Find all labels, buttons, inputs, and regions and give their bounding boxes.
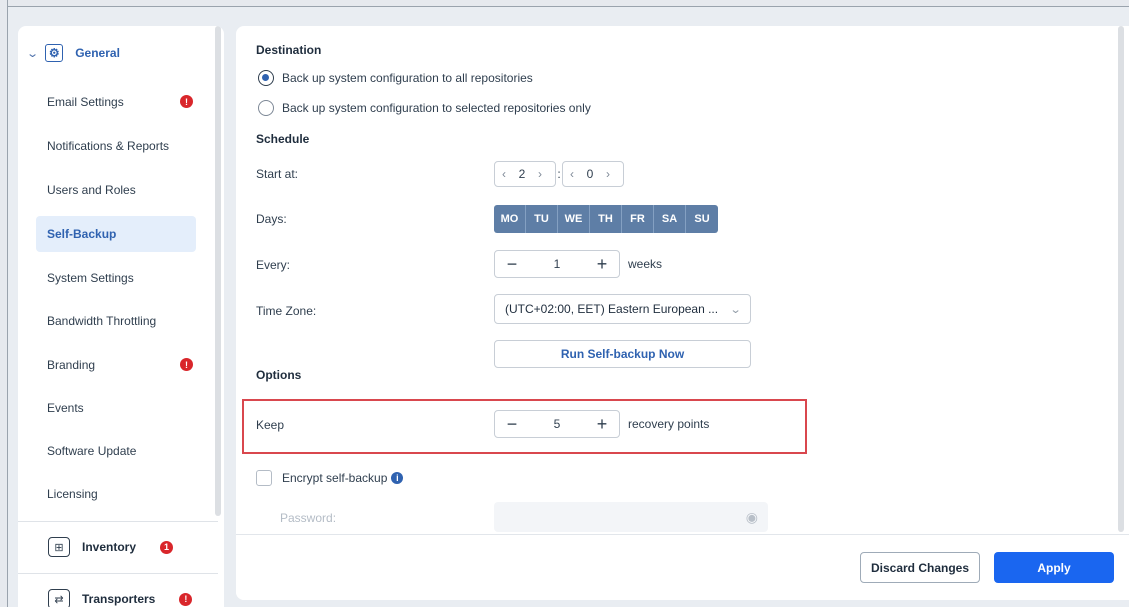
radio-label: Back up system configuration to selected… — [282, 101, 591, 115]
sidebar-item-self-backup[interactable]: Self-Backup — [36, 216, 196, 252]
radio-button-selected[interactable] — [258, 70, 274, 86]
keep-label: Keep — [256, 418, 285, 432]
radio-selected-repositories[interactable]: Back up system configuration to selected… — [258, 100, 591, 116]
alert-icon: ! — [179, 592, 193, 606]
day-saturday[interactable]: SA — [654, 205, 686, 233]
keep-row: − 5 + recovery points — [494, 410, 709, 438]
sidebar-scrollbar[interactable] — [215, 26, 221, 516]
sidebar-item-label: Bandwidth Throttling — [47, 314, 157, 328]
window-left-edge — [0, 0, 8, 607]
eye-hidden-icon: ◉ — [745, 508, 758, 525]
day-wednesday[interactable]: WE — [558, 205, 590, 233]
sidebar-item-label: Email Settings — [47, 95, 124, 109]
day-friday[interactable]: FR — [622, 205, 654, 233]
sidebar-item-system-settings[interactable]: System Settings — [36, 260, 196, 296]
sidebar-item-label: System Settings — [47, 271, 134, 285]
sidebar-item-licensing[interactable]: Licensing — [36, 476, 196, 512]
sidebar-item-label: Events — [47, 401, 84, 415]
sidebar-item-label: Branding — [47, 358, 96, 372]
encrypt-self-backup-row[interactable]: Encrypt self-backup i — [256, 470, 404, 486]
every-label: Every: — [256, 258, 291, 272]
sidebar-item-label: Notifications & Reports — [47, 139, 170, 153]
sidebar-divider — [18, 521, 218, 522]
main-scrollbar[interactable] — [1118, 26, 1124, 532]
options-title: Options — [256, 368, 302, 382]
plus-icon[interactable]: + — [595, 255, 609, 273]
start-time-picker: ‹ 2 › : ‹ 0 › — [494, 161, 624, 187]
timezone-select[interactable]: (UTC+02:00, EET) Eastern European ... ⌄ — [494, 294, 751, 324]
keep-value: 5 — [553, 417, 561, 431]
schedule-title: Schedule — [256, 132, 310, 146]
sidebar-item-label: Self-Backup — [47, 227, 117, 241]
inventory-icon: ⊞ — [48, 537, 70, 557]
timezone-value: (UTC+02:00, EET) Eastern European ... — [505, 302, 719, 316]
info-icon[interactable]: i — [391, 472, 404, 484]
sidebar-item-bandwidth-throttling[interactable]: Bandwidth Throttling — [36, 303, 196, 339]
radio-all-repositories[interactable]: Back up system configuration to all repo… — [258, 70, 533, 86]
every-stepper[interactable]: − 1 + — [494, 250, 620, 278]
window-top-edge — [0, 0, 1129, 7]
chevron-left-icon[interactable]: ‹ — [495, 167, 513, 181]
keep-unit: recovery points — [628, 417, 710, 431]
sidebar-item-label: Users and Roles — [47, 183, 136, 197]
password-field: ◉ — [494, 502, 768, 532]
alert-icon: ! — [180, 358, 193, 371]
every-row: − 1 + weeks — [494, 250, 662, 278]
self-backup-panel: Destination Back up system configuration… — [236, 26, 1129, 600]
sidebar-item-software-update[interactable]: Software Update — [36, 433, 196, 469]
footer-bar: Discard Changes Apply — [236, 534, 1129, 600]
chevron-down-icon: ⌄ — [729, 303, 742, 316]
start-at-label: Start at: — [256, 167, 299, 181]
hour-spinner[interactable]: ‹ 2 › — [494, 161, 556, 187]
minute-spinner[interactable]: ‹ 0 › — [562, 161, 624, 187]
sidebar-item-users-and-roles[interactable]: Users and Roles — [36, 172, 196, 208]
sidebar-divider — [18, 573, 218, 574]
radio-button[interactable] — [258, 100, 274, 116]
encrypt-label: Encrypt self-backup — [282, 471, 388, 485]
sidebar-section-general[interactable]: ⌄ ⚙ General — [26, 40, 120, 66]
sidebar-item-notifications-reports[interactable]: Notifications & Reports — [36, 128, 196, 164]
sidebar-item-label: Licensing — [47, 487, 98, 501]
sidebar-section-label: Transporters — [82, 592, 156, 606]
alert-icon: ! — [180, 95, 193, 108]
keep-stepper[interactable]: − 5 + — [494, 410, 620, 438]
sidebar-item-branding[interactable]: Branding ! — [36, 347, 196, 383]
day-monday[interactable]: MO — [494, 205, 526, 233]
minute-value: 0 — [586, 167, 594, 181]
sidebar-section-inventory[interactable]: ⊞ Inventory 1 — [48, 532, 174, 562]
radio-label: Back up system configuration to all repo… — [282, 71, 533, 85]
day-sunday[interactable]: SU — [686, 205, 718, 233]
sidebar-item-email-settings[interactable]: Email Settings ! — [36, 84, 196, 120]
chevron-left-icon[interactable]: ‹ — [563, 167, 581, 181]
timezone-label: Time Zone: — [256, 304, 317, 318]
day-tuesday[interactable]: TU — [526, 205, 558, 233]
alert-badge: 1 — [160, 540, 174, 554]
plus-icon[interactable]: + — [595, 415, 609, 433]
sidebar-item-label: Software Update — [47, 444, 137, 458]
minus-icon[interactable]: − — [505, 415, 519, 433]
days-label: Days: — [256, 212, 287, 226]
every-value: 1 — [553, 257, 561, 271]
sidebar-item-events[interactable]: Events — [36, 390, 196, 426]
hour-value: 2 — [518, 167, 526, 181]
destination-title: Destination — [256, 43, 322, 57]
sidebar-section-label: General — [75, 46, 120, 60]
sidebar-section-label: Inventory — [82, 540, 137, 554]
gear-icon: ⚙ — [45, 44, 64, 62]
day-thursday[interactable]: TH — [590, 205, 622, 233]
discard-changes-button[interactable]: Discard Changes — [860, 552, 980, 583]
chevron-right-icon[interactable]: › — [531, 167, 549, 181]
apply-button[interactable]: Apply — [994, 552, 1114, 583]
every-unit: weeks — [628, 257, 663, 271]
sidebar-section-transporters[interactable]: ⇄ Transporters ! — [48, 584, 193, 607]
days-selector: MO TU WE TH FR SA SU — [494, 205, 718, 233]
chevron-right-icon[interactable]: › — [599, 167, 617, 181]
settings-sidebar: ⌄ ⚙ General Email Settings ! Notificatio… — [18, 26, 224, 607]
transporters-icon: ⇄ — [48, 589, 70, 607]
minus-icon[interactable]: − — [505, 255, 519, 273]
password-label: Password: — [280, 511, 337, 525]
chevron-down-icon[interactable]: ⌄ — [26, 47, 39, 60]
run-self-backup-now-button[interactable]: Run Self-backup Now — [494, 340, 751, 368]
encrypt-checkbox[interactable] — [256, 470, 272, 486]
